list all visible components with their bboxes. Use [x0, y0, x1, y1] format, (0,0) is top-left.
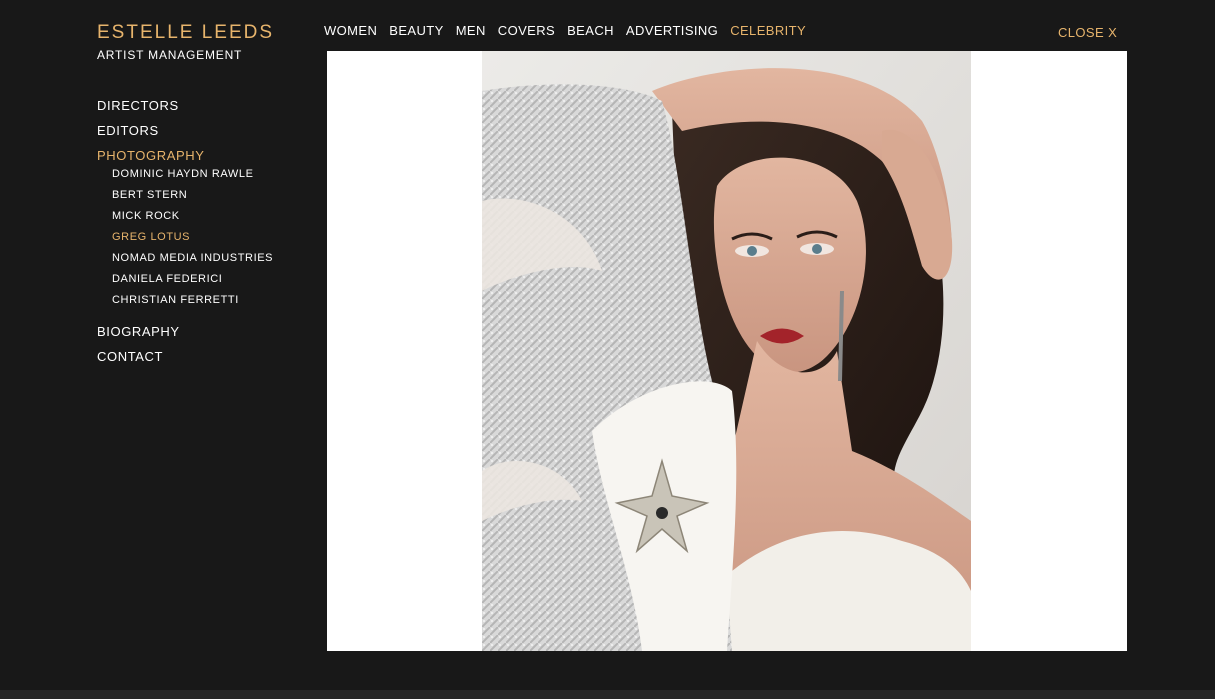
tab-beauty[interactable]: BEAUTY	[389, 24, 443, 38]
gallery-photo[interactable]	[482, 51, 971, 651]
tab-celebrity[interactable]: CELEBRITY	[730, 24, 806, 38]
photographer-mick-rock[interactable]: MICK ROCK	[112, 210, 307, 223]
close-button[interactable]: CLOSE X	[1058, 26, 1117, 40]
tab-women[interactable]: WOMEN	[324, 24, 377, 38]
tab-advertising[interactable]: ADVERTISING	[626, 24, 718, 38]
photographer-bert-stern[interactable]: BERT STERN	[112, 189, 307, 202]
sidebar-item-editors[interactable]: EDITORS	[97, 124, 307, 138]
photographer-daniela-federici[interactable]: DANIELA FEDERICI	[112, 273, 307, 286]
brand-subtitle: ARTIST MANAGEMENT	[97, 48, 243, 62]
tab-beach[interactable]: BEACH	[567, 24, 614, 38]
photographer-list: DOMINIC HAYDN RAWLE BERT STERN MICK ROCK…	[112, 168, 307, 307]
sidebar-item-directors[interactable]: DIRECTORS	[97, 99, 307, 113]
bottom-bar	[0, 690, 1215, 699]
tab-covers[interactable]: COVERS	[498, 24, 555, 38]
photo-viewer	[327, 51, 1127, 651]
photographer-christian-ferretti[interactable]: CHRISTIAN FERRETTI	[112, 294, 307, 307]
sidebar-item-contact[interactable]: CONTACT	[97, 350, 307, 364]
tab-men[interactable]: MEN	[456, 24, 486, 38]
sidebar-item-photography[interactable]: PHOTOGRAPHY	[97, 149, 307, 163]
photographer-dominic-haydn-rawle[interactable]: DOMINIC HAYDN RAWLE	[112, 168, 307, 181]
photographer-nomad-media-industries[interactable]: NOMAD MEDIA INDUSTRIES	[112, 252, 307, 265]
category-nav: WOMEN BEAUTY MEN COVERS BEACH ADVERTISIN…	[324, 24, 818, 38]
brand-logo[interactable]: ESTELLE LEEDS ARTIST MANAGEMENT	[97, 22, 274, 62]
brand-name: ESTELLE LEEDS	[97, 22, 275, 43]
sidebar-nav: DIRECTORS EDITORS PHOTOGRAPHY DOMINIC HA…	[97, 99, 307, 375]
sidebar-item-biography[interactable]: BIOGRAPHY	[97, 325, 307, 339]
photographer-greg-lotus[interactable]: GREG LOTUS	[112, 231, 307, 244]
